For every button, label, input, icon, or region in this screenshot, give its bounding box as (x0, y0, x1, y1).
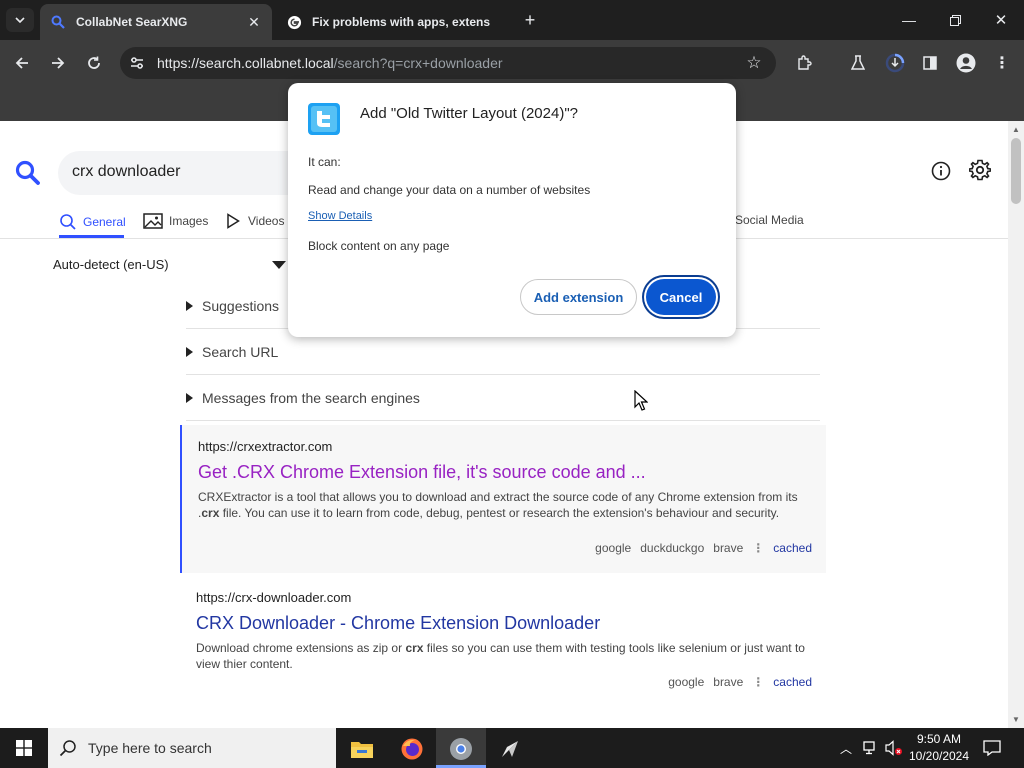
caret-right-icon (186, 392, 193, 403)
caret-down-icon[interactable] (272, 261, 286, 269)
app-rocket-icon[interactable] (496, 735, 524, 763)
result-title[interactable]: CRX Downloader - Chrome Extension Downlo… (196, 613, 812, 634)
twitter-bird-icon (308, 103, 340, 135)
permission-item: Block content on any page (308, 239, 450, 253)
searxng-logo-icon[interactable] (14, 159, 42, 187)
engine-label: brave (713, 541, 744, 555)
cancel-button[interactable]: Cancel (646, 279, 716, 315)
mouse-cursor-icon (634, 390, 648, 411)
google-icon (286, 14, 302, 30)
chevron-down-icon (15, 17, 25, 23)
language-select[interactable]: Auto-detect (en-US) (53, 257, 169, 272)
permission-item: Read and change your data on a number of… (308, 183, 591, 197)
tab-social-media[interactable]: Social Media (735, 213, 804, 227)
scrollbar[interactable] (1008, 121, 1024, 728)
search-icon (60, 214, 76, 230)
search-query: crx downloader (72, 163, 181, 180)
back-icon[interactable] (12, 53, 32, 73)
engine-label: google (668, 675, 705, 689)
url-path: /search?q=crx+downloader (333, 55, 503, 71)
side-panel-icon[interactable] (920, 53, 940, 73)
close-icon[interactable]: ✕ (246, 14, 262, 31)
notifications-icon[interactable] (982, 738, 1002, 758)
cached-link[interactable]: cached (773, 675, 812, 689)
url-host: https://search.collabnet.local (157, 55, 334, 71)
caret-right-icon (186, 300, 193, 311)
result-item: https://crxextractor.com Get .CRX Chrome… (180, 425, 826, 573)
tab-selected-indicator (59, 235, 124, 238)
bookmark-star-icon[interactable]: ☆ (744, 53, 764, 73)
settings-gear-icon[interactable] (968, 158, 992, 182)
url-text[interactable]: https://search.collabnet.local/search?q=… (157, 55, 503, 71)
tab-videos[interactable]: Videos (226, 213, 284, 229)
tab-general[interactable]: General (59, 213, 126, 231)
tab-label: Images (169, 214, 209, 228)
result-description: CRXExtractor is a tool that allows you t… (198, 490, 798, 520)
reload-icon[interactable] (84, 53, 104, 73)
menu-kebab-icon[interactable]: ⋮ (992, 53, 1012, 73)
system-clock[interactable]: 9:50 AM 10/20/2024 (902, 731, 976, 765)
scroll-up-icon[interactable]: ▲ (1010, 124, 1022, 134)
new-tab-icon[interactable]: + (520, 10, 540, 30)
play-icon (227, 213, 240, 229)
result-url[interactable]: https://crx-downloader.com (196, 590, 812, 605)
info-icon[interactable] (929, 159, 953, 183)
caret-right-icon (186, 346, 193, 357)
chevron-up-icon[interactable]: ︿ (838, 739, 854, 757)
tab-label: Videos (248, 214, 285, 228)
more-dots-icon: ⋮ (752, 541, 765, 555)
dialog-title: Add "Old Twitter Layout (2024)"? (360, 105, 578, 122)
add-extension-dialog: Add "Old Twitter Layout (2024)"? It can:… (288, 83, 736, 337)
site-info-icon[interactable] (128, 53, 146, 73)
image-icon (143, 213, 163, 229)
cached-link[interactable]: cached (773, 541, 812, 555)
engine-label: google (595, 541, 632, 555)
result-meta: google duckduckgo brave ⋮ cached (595, 541, 812, 555)
network-icon[interactable] (862, 738, 880, 758)
engine-label: brave (713, 675, 744, 689)
tab-fix-problems[interactable]: Fix problems with apps, extens (276, 4, 508, 40)
search-icon (50, 14, 66, 30)
section-label: Suggestions (202, 297, 280, 314)
tab-label: Fix problems with apps, extens (312, 15, 491, 29)
firefox-icon[interactable] (398, 735, 426, 763)
clock-time: 9:50 AM (916, 732, 962, 746)
section-label: Messages from the search engines (202, 389, 420, 406)
section-engine-messages[interactable]: Messages from the search engines (186, 375, 820, 421)
restore-icon[interactable] (944, 10, 966, 30)
volume-muted-icon[interactable] (884, 738, 904, 758)
taskbar-search-placeholder: Type here to search (88, 740, 212, 756)
engine-label: duckduckgo (640, 541, 705, 555)
tab-label: General (83, 215, 126, 229)
download-progress-icon[interactable] (884, 52, 906, 74)
search-icon (58, 738, 78, 758)
clock-date: 10/20/2024 (908, 749, 970, 763)
tab-images[interactable]: Images (143, 213, 208, 229)
labs-flask-icon[interactable] (848, 53, 868, 73)
scrollbar-thumb[interactable] (1011, 138, 1021, 204)
more-dots-icon: ⋮ (752, 675, 765, 689)
close-window-icon[interactable]: ✕ (990, 10, 1012, 30)
add-extension-button[interactable]: Add extension (520, 279, 637, 315)
windows-start-icon[interactable] (12, 738, 36, 758)
tab-label: CollabNet SearXNG (76, 15, 188, 29)
scroll-down-icon[interactable]: ▼ (1010, 714, 1022, 724)
forward-icon[interactable] (48, 53, 68, 73)
dialog-it-can: It can: (308, 155, 341, 169)
profile-avatar-icon[interactable] (955, 52, 977, 74)
extensions-icon[interactable] (794, 53, 814, 73)
tab-searxng[interactable]: CollabNet SearXNG ✕ (40, 4, 272, 40)
section-label: Search URL (202, 343, 279, 360)
minimize-icon[interactable]: — (898, 10, 920, 30)
result-url[interactable]: https://crxextractor.com (198, 439, 812, 454)
result-meta: google brave ⋮ cached (668, 675, 812, 689)
result-item: https://crx-downloader.com CRX Downloade… (180, 576, 826, 706)
result-description: Download chrome extensions as zip or crx… (196, 641, 805, 671)
tab-label: Social Media (735, 213, 804, 227)
show-details-link[interactable]: Show Details (308, 210, 372, 222)
chrome-icon[interactable] (447, 735, 475, 763)
result-title[interactable]: Get .CRX Chrome Extension file, it's sou… (198, 462, 812, 483)
file-explorer-icon[interactable] (348, 736, 376, 762)
tab-search-button[interactable] (6, 8, 34, 32)
